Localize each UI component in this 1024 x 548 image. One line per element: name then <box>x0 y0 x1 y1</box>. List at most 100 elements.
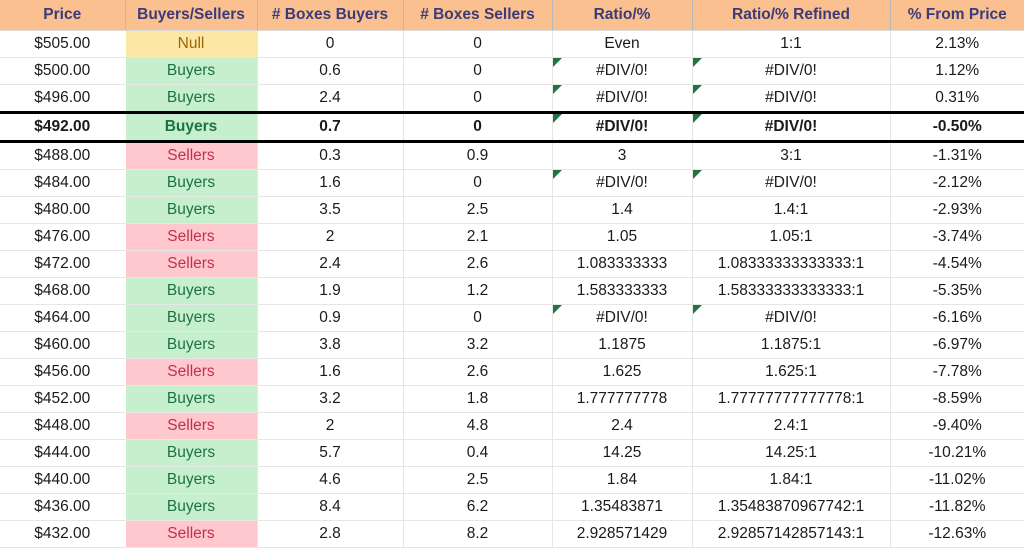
cell-ratio[interactable]: #DIV/0! <box>552 57 693 85</box>
column-header-price[interactable]: Price <box>0 0 126 31</box>
cell-boxes_buy[interactable]: 2.4 <box>257 84 404 113</box>
cell-boxes_sell[interactable]: 1.2 <box>403 277 553 305</box>
cell-boxes_sell[interactable]: 8.2 <box>403 520 553 548</box>
cell-boxes_sell[interactable]: 0 <box>403 57 553 85</box>
cell-ratio[interactable]: #DIV/0! <box>552 111 693 143</box>
cell-market-state[interactable]: Buyers <box>125 304 258 332</box>
cell-price[interactable]: $444.00 <box>0 439 126 467</box>
cell-ratio_ref[interactable]: 1.1875:1 <box>692 331 891 359</box>
table-row[interactable]: $500.00 Buyers 0.6 0 #DIV/0! #DIV/0! 1.12% <box>0 57 1024 85</box>
cell-boxes_buy[interactable]: 0.7 <box>257 111 404 143</box>
cell-boxes_buy[interactable]: 0.6 <box>257 57 404 85</box>
cell-market-state[interactable]: Sellers <box>125 250 258 278</box>
cell-boxes_buy[interactable]: 3.2 <box>257 385 404 413</box>
cell-pct[interactable]: -0.50% <box>890 111 1024 143</box>
buyers-sellers-ratio-table[interactable]: Price Buyers/Sellers # Boxes Buyers # Boxes… <box>0 0 1024 548</box>
cell-ratio[interactable]: 3 <box>552 141 693 170</box>
cell-market-state[interactable]: Buyers <box>125 277 258 305</box>
cell-market-state[interactable]: Sellers <box>125 358 258 386</box>
cell-market-state[interactable]: Buyers <box>125 385 258 413</box>
cell-boxes_buy[interactable]: 2 <box>257 223 404 251</box>
cell-price[interactable]: $436.00 <box>0 493 126 521</box>
cell-price[interactable]: $460.00 <box>0 331 126 359</box>
table-row[interactable]: $460.00 Buyers 3.8 3.2 1.1875 1.1875:1 -6.97% <box>0 331 1024 359</box>
table-row[interactable]: $468.00 Buyers 1.9 1.2 1.583333333 1.58333333… <box>0 277 1024 305</box>
cell-boxes_buy[interactable]: 2.8 <box>257 520 404 548</box>
cell-boxes_sell[interactable]: 2.6 <box>403 358 553 386</box>
cell-boxes_buy[interactable]: 2.4 <box>257 250 404 278</box>
cell-boxes_buy[interactable]: 0.3 <box>257 141 404 170</box>
cell-pct[interactable]: -2.12% <box>890 169 1024 197</box>
cell-price[interactable]: $488.00 <box>0 141 126 170</box>
cell-pct[interactable]: -8.59% <box>890 385 1024 413</box>
cell-ratio_ref[interactable]: #DIV/0! <box>692 111 891 143</box>
table-row[interactable]: $444.00 Buyers 5.7 0.4 14.25 14.25:1 -10.21% <box>0 439 1024 467</box>
cell-ratio[interactable]: 2.4 <box>552 412 693 440</box>
cell-pct[interactable]: -11.82% <box>890 493 1024 521</box>
cell-ratio[interactable]: 1.4 <box>552 196 693 224</box>
cell-price[interactable]: $500.00 <box>0 57 126 85</box>
table-row[interactable]: $484.00 Buyers 1.6 0 #DIV/0! #DIV/0! -2.12% <box>0 169 1024 197</box>
cell-pct[interactable]: -6.16% <box>890 304 1024 332</box>
cell-ratio[interactable]: #DIV/0! <box>552 84 693 113</box>
cell-boxes_buy[interactable]: 0 <box>257 30 404 58</box>
cell-pct[interactable]: -10.21% <box>890 439 1024 467</box>
cell-ratio[interactable]: 1.583333333 <box>552 277 693 305</box>
column-header-pct[interactable]: % From Price <box>890 0 1024 31</box>
cell-boxes_buy[interactable]: 0.9 <box>257 304 404 332</box>
cell-market-state[interactable]: Buyers <box>125 111 258 143</box>
cell-price[interactable]: $452.00 <box>0 385 126 413</box>
cell-ratio[interactable]: 1.35483871 <box>552 493 693 521</box>
cell-ratio[interactable]: 1.05 <box>552 223 693 251</box>
cell-pct[interactable]: -3.74% <box>890 223 1024 251</box>
cell-boxes_sell[interactable]: 0 <box>403 304 553 332</box>
cell-ratio_ref[interactable]: 14.25:1 <box>692 439 891 467</box>
cell-ratio[interactable]: 14.25 <box>552 439 693 467</box>
cell-ratio[interactable]: #DIV/0! <box>552 169 693 197</box>
cell-market-state[interactable]: Buyers <box>125 84 258 113</box>
cell-price[interactable]: $505.00 <box>0 30 126 58</box>
cell-boxes_buy[interactable]: 1.6 <box>257 169 404 197</box>
cell-boxes_buy[interactable]: 8.4 <box>257 493 404 521</box>
column-header-ratio_ref[interactable]: Ratio/% Refined <box>692 0 891 31</box>
cell-market-state[interactable]: Buyers <box>125 439 258 467</box>
cell-pct[interactable]: 0.31% <box>890 84 1024 113</box>
cell-ratio_ref[interactable]: 2.92857142857143:1 <box>692 520 891 548</box>
column-header-state[interactable]: Buyers/Sellers <box>125 0 258 31</box>
cell-ratio[interactable]: 2.928571429 <box>552 520 693 548</box>
cell-boxes_sell[interactable]: 0.9 <box>403 141 553 170</box>
cell-market-state[interactable]: Buyers <box>125 196 258 224</box>
cell-pct[interactable]: -7.78% <box>890 358 1024 386</box>
cell-market-state[interactable]: Sellers <box>125 223 258 251</box>
table-row[interactable]: $488.00 Sellers 0.3 0.9 3 3:1 -1.31% <box>0 141 1024 170</box>
cell-boxes_sell[interactable]: 0 <box>403 169 553 197</box>
cell-price[interactable]: $468.00 <box>0 277 126 305</box>
cell-price[interactable]: $480.00 <box>0 196 126 224</box>
cell-ratio[interactable]: 1.083333333 <box>552 250 693 278</box>
cell-ratio_ref[interactable]: 1.77777777777778:1 <box>692 385 891 413</box>
cell-ratio_ref[interactable]: 2.4:1 <box>692 412 891 440</box>
cell-price[interactable]: $464.00 <box>0 304 126 332</box>
cell-price[interactable]: $472.00 <box>0 250 126 278</box>
cell-ratio[interactable]: 1.1875 <box>552 331 693 359</box>
table-row[interactable]: $480.00 Buyers 3.5 2.5 1.4 1.4:1 -2.93% <box>0 196 1024 224</box>
cell-ratio_ref[interactable]: #DIV/0! <box>692 57 891 85</box>
cell-boxes_sell[interactable]: 2.5 <box>403 466 553 494</box>
cell-price[interactable]: $456.00 <box>0 358 126 386</box>
cell-pct[interactable]: -1.31% <box>890 141 1024 170</box>
cell-boxes_sell[interactable]: 2.6 <box>403 250 553 278</box>
cell-boxes_sell[interactable]: 0 <box>403 111 553 143</box>
table-row[interactable]: $436.00 Buyers 8.4 6.2 1.35483871 1.354838709… <box>0 493 1024 521</box>
table-row[interactable]: $440.00 Buyers 4.6 2.5 1.84 1.84:1 -11.02% <box>0 466 1024 494</box>
cell-pct[interactable]: -6.97% <box>890 331 1024 359</box>
cell-price[interactable]: $484.00 <box>0 169 126 197</box>
cell-market-state[interactable]: Buyers <box>125 57 258 85</box>
cell-ratio_ref[interactable]: 1.08333333333333:1 <box>692 250 891 278</box>
cell-ratio[interactable]: 1.777777778 <box>552 385 693 413</box>
column-header-ratio[interactable]: Ratio/% <box>552 0 693 31</box>
cell-price[interactable]: $432.00 <box>0 520 126 548</box>
cell-boxes_sell[interactable]: 3.2 <box>403 331 553 359</box>
table-row[interactable]: $472.00 Sellers 2.4 2.6 1.083333333 1.0833333… <box>0 250 1024 278</box>
cell-pct[interactable]: 2.13% <box>890 30 1024 58</box>
table-row[interactable]: $464.00 Buyers 0.9 0 #DIV/0! #DIV/0! -6.16% <box>0 304 1024 332</box>
